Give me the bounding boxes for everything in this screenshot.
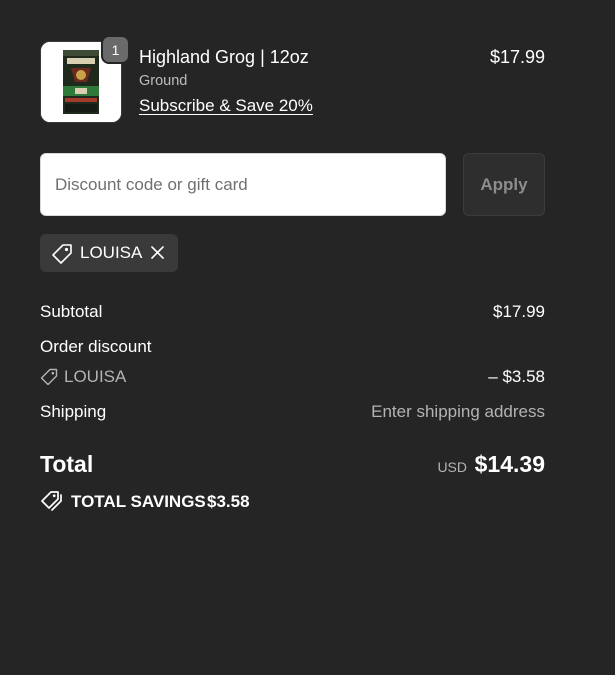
total-label: Total [40, 451, 94, 477]
total-savings-amount: $3.58 [207, 492, 250, 511]
tag-icon [40, 368, 58, 386]
total-savings-label: TOTAL SAVINGS [71, 492, 206, 511]
subtotal-value: $17.99 [493, 302, 545, 321]
product-name: Highland Grog | 12oz [139, 47, 309, 67]
product-variant: Ground [139, 73, 188, 89]
product-thumbnail: 1 [40, 35, 130, 123]
apply-button[interactable]: Apply [463, 153, 545, 216]
line-item: 1 Highland Grog | 12oz Ground Subscribe … [40, 35, 545, 123]
order-discount-label: Order discount [40, 337, 152, 356]
discount-code-input[interactable] [40, 153, 446, 216]
order-summary: 1 Highland Grog | 12oz Ground Subscribe … [0, 0, 615, 675]
applied-discount-chip: LOUISA [40, 234, 178, 272]
subscribe-save-link[interactable]: Subscribe & Save 20% [139, 96, 313, 116]
shipping-label: Shipping [40, 402, 107, 421]
applied-code-label: LOUISA [80, 243, 143, 262]
currency-code: USD [437, 459, 467, 475]
savings-tag-icon [41, 491, 62, 511]
quantity-badge: 1 [101, 35, 130, 64]
total-amount: $14.39 [474, 451, 545, 477]
close-icon[interactable] [150, 245, 165, 260]
discount-code-label: LOUISA [64, 367, 127, 386]
shipping-value: Enter shipping address [371, 402, 545, 421]
discount-value: – $3.58 [488, 367, 545, 386]
product-price: $17.99 [489, 47, 545, 67]
subtotal-label: Subtotal [40, 302, 103, 321]
tag-icon [52, 244, 72, 264]
